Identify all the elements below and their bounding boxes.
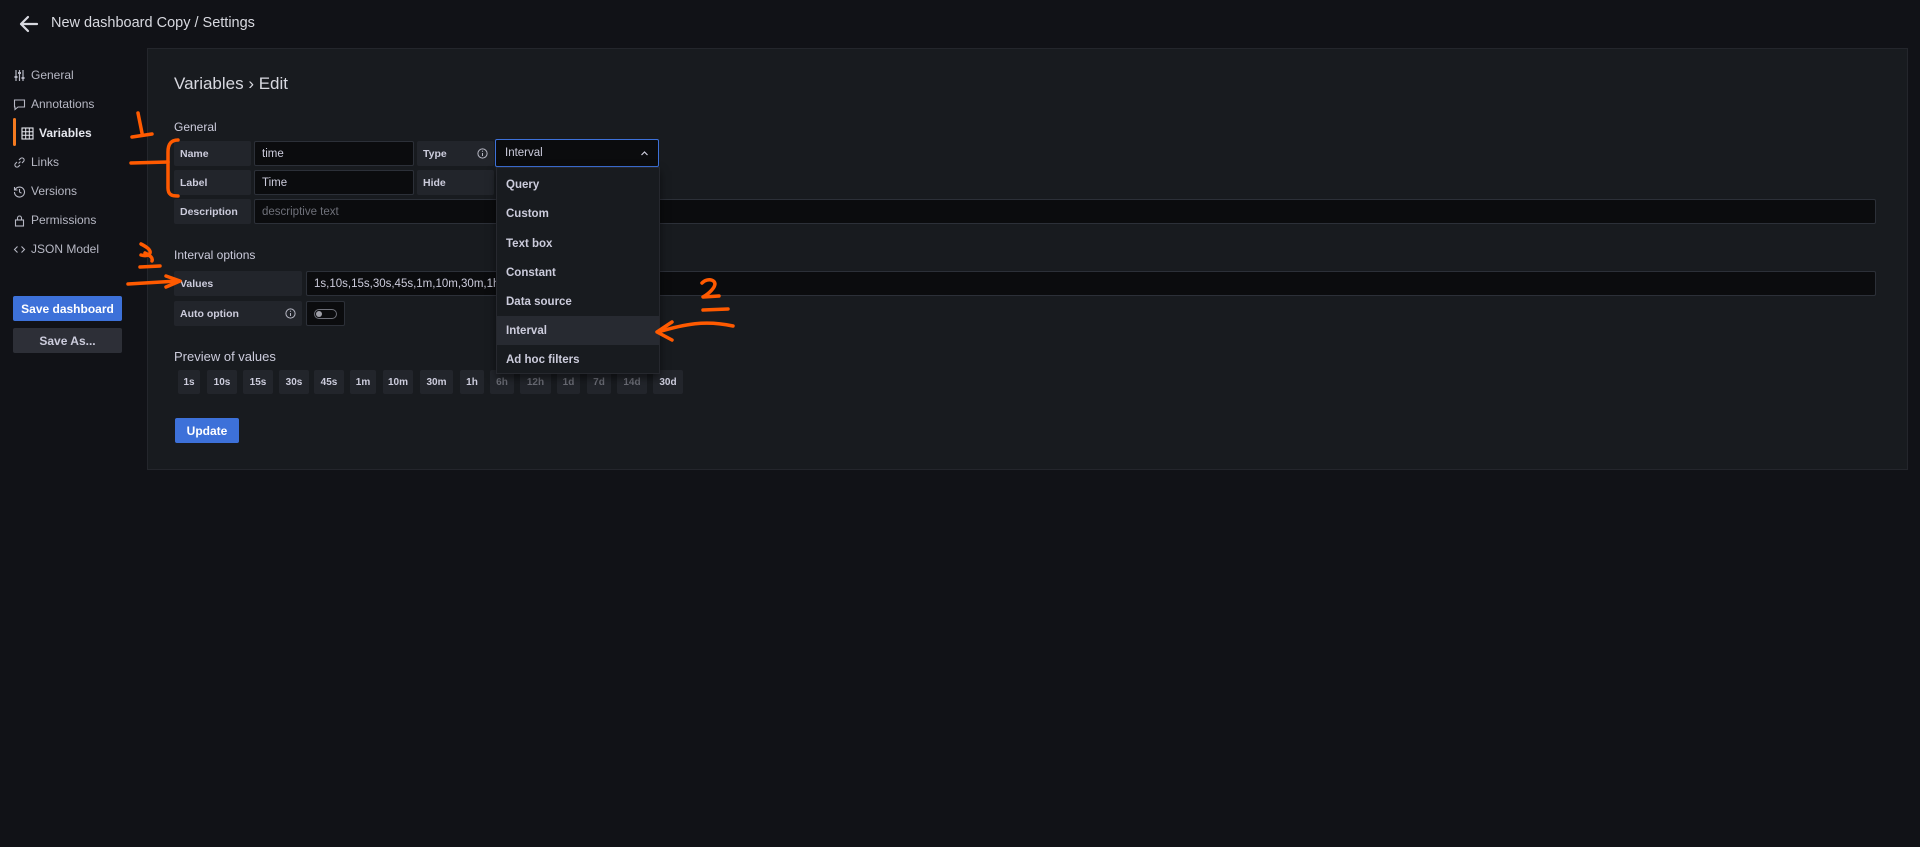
sidebar-item-label: JSON Model [31,242,100,256]
lock-icon [14,214,25,227]
save-dashboard-button[interactable]: Save dashboard [13,296,122,321]
type-select[interactable]: Interval [495,139,659,167]
preview-values-label: Preview of values [174,349,276,364]
type-select-value: Interval [505,147,543,159]
preview-chip: 15s [243,370,273,394]
comment-icon [13,98,26,111]
dropdown-option-text-box[interactable]: Text box [497,229,659,258]
code-icon [13,245,26,253]
variable-edit-panel [147,48,1908,470]
values-field-label: Values [174,271,302,296]
sidebar-item-label: General [31,68,74,82]
sidebar-item-json-model[interactable]: JSON Model [13,238,99,260]
annotation-mark-1 [136,111,144,135]
page-heading: Variables › Edit [174,74,289,93]
auto-option-toggle[interactable] [306,301,345,326]
update-button[interactable]: Update [175,418,239,443]
sidebar-item-label: Links [31,155,60,169]
save-as-button[interactable]: Save As... [13,328,122,353]
preview-chip: 30s [279,370,309,394]
sidebar-item-permissions[interactable]: Permissions [13,209,96,231]
sidebar-item-links[interactable]: Links [13,151,59,173]
sidebar-item-variables[interactable]: Variables [21,122,92,144]
preview-chip: 10s [207,370,237,394]
type-label-text: Type [423,147,447,160]
info-icon[interactable] [285,308,296,319]
preview-chip: 10m [383,370,413,394]
sliders-icon [14,69,25,81]
description-field-label: Description [174,199,251,224]
sidebar-item-label: Permissions [31,213,97,227]
name-field-label: Name [174,141,251,166]
sidebar-item-general[interactable]: General [13,64,74,86]
preview-chip: 30m [420,370,453,394]
dropdown-option-interval[interactable]: Interval [497,316,659,345]
hide-field-label: Hide [417,170,494,195]
toggle-knob [316,311,322,317]
dropdown-option-ad-hoc-filters[interactable]: Ad hoc filters [497,345,659,374]
label-input[interactable]: Time [254,170,414,195]
top-bar: New dashboard Copy / Settings [0,0,1920,48]
table-icon [21,126,34,140]
dropdown-option-custom[interactable]: Custom [497,199,659,228]
sidebar-item-label: Variables [39,126,92,140]
sidebar-item-versions[interactable]: Versions [13,180,77,202]
auto-option-label: Auto option [174,301,302,326]
type-dropdown-menu: Query Custom Text box Constant Data sour… [496,167,660,374]
preview-chip: 1m [350,370,376,394]
dropdown-option-constant[interactable]: Constant [497,258,659,287]
sidebar-item-annotations[interactable]: Annotations [13,93,94,115]
sidebar-item-label: Annotations [31,97,95,111]
preview-chip: 1h [460,370,484,394]
preview-chip: 1s [178,370,200,394]
auto-option-text: Auto option [180,307,239,320]
general-section-label: General [174,120,217,134]
name-input[interactable]: time [254,141,414,166]
dropdown-option-data-source[interactable]: Data source [497,287,659,316]
active-item-marker [13,118,16,146]
info-icon[interactable] [477,148,488,159]
preview-chip: 45s [314,370,344,394]
history-icon [13,186,26,198]
page-title: New dashboard Copy / Settings [51,15,255,31]
chevron-up-icon [641,151,648,156]
interval-options-label: Interval options [174,248,256,262]
dropdown-option-query[interactable]: Query [497,170,659,199]
back-arrow-icon[interactable] [17,14,39,34]
label-field-label: Label [174,170,251,195]
sidebar-item-label: Versions [31,184,78,198]
link-icon [14,156,25,168]
